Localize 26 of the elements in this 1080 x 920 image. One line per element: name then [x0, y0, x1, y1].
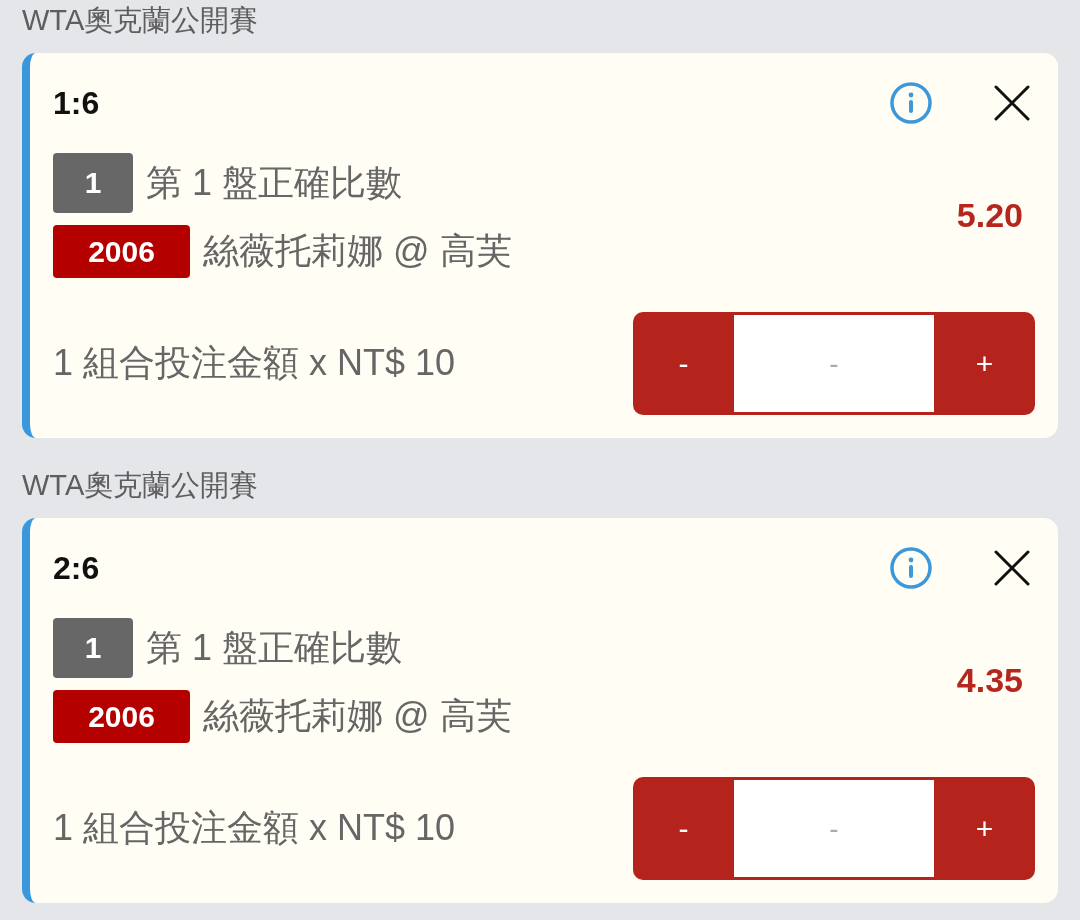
market-number-badge: 1 [53, 618, 133, 678]
odds-value: 4.35 [956, 661, 1023, 700]
increment-button[interactable]: + [934, 777, 1035, 880]
info-icon[interactable] [890, 547, 932, 589]
section-title: WTA奧克蘭公開賽 [22, 468, 260, 503]
market-number-badge: 1 [53, 153, 133, 213]
increment-button[interactable]: + [934, 312, 1035, 415]
stake-field[interactable]: - [734, 777, 934, 880]
selection-code-badge: 2006 [53, 225, 190, 278]
market-name: 第 1 盤正確比數 [146, 160, 403, 205]
selection-name: 絲薇托莉娜 @ 高芙 [203, 694, 512, 738]
odds-value: 5.20 [956, 196, 1023, 235]
selection-name: 絲薇托莉娜 @ 高芙 [203, 229, 512, 273]
stake-field[interactable]: - [734, 312, 934, 415]
stake-label: 1 組合投注金額 x NT$ 10 [53, 806, 457, 850]
decrement-button[interactable]: - [633, 312, 734, 415]
close-icon[interactable] [994, 550, 1030, 586]
info-icon[interactable] [890, 82, 932, 124]
selection-code-badge: 2006 [53, 690, 190, 743]
market-name: 第 1 盤正確比數 [146, 625, 403, 670]
stake-label: 1 組合投注金額 x NT$ 10 [53, 341, 457, 385]
score-title: 1:6 [53, 84, 101, 122]
section-title: WTA奧克蘭公開賽 [22, 3, 260, 38]
close-icon[interactable] [994, 85, 1030, 121]
score-title: 2:6 [53, 549, 101, 587]
decrement-button[interactable]: - [633, 777, 734, 880]
